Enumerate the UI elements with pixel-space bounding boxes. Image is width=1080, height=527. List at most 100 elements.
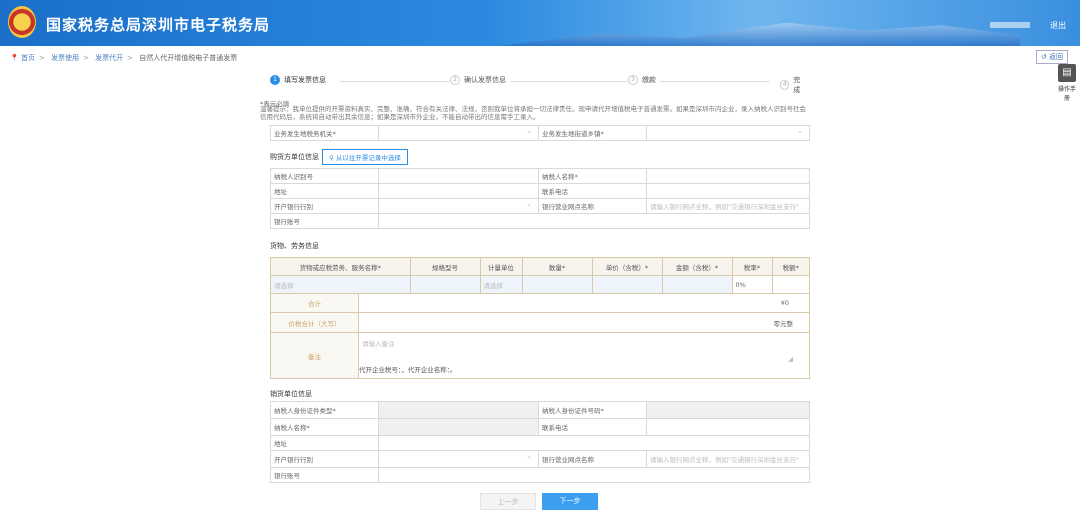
resize-handle-icon[interactable]: ◢ <box>788 355 793 363</box>
seller-account-input[interactable] <box>378 467 810 483</box>
seller-id-type-label: 纳税人身份证件类型* <box>270 401 379 419</box>
authority-select[interactable] <box>378 125 539 141</box>
return-icon: ↺ <box>1040 53 1049 61</box>
col-header: 规格型号 <box>409 257 481 276</box>
col-header: 计量单位 <box>479 257 523 276</box>
col-header: 数量* <box>521 257 593 276</box>
prev-step-button[interactable]: 上一步 <box>480 493 536 510</box>
step-label: 确认发票信息 <box>464 76 506 84</box>
col-header: 单价（含税）* <box>591 257 663 276</box>
step-label: 完成 <box>793 76 801 94</box>
seller-account-label: 银行账号 <box>270 467 379 483</box>
col-header: 金额（含税）* <box>661 257 733 276</box>
col-header: 税额* <box>771 257 811 276</box>
seller-name-label: 纳税人名称* <box>270 418 379 436</box>
seller-id-type-input[interactable] <box>378 401 539 419</box>
user-name[interactable] <box>990 22 1030 28</box>
buyer-address-label: 地址 <box>270 183 379 199</box>
unit-price-input[interactable] <box>591 275 663 294</box>
location-table: 业务发生地税务机关* 业务发生地街道乡镇* <box>270 125 810 141</box>
seller-section-title: 销货单位信息 <box>270 390 312 398</box>
buyer-name-input[interactable] <box>646 168 810 184</box>
buyer-address-input[interactable] <box>378 183 539 199</box>
tax-emblem-logo <box>8 6 36 38</box>
seller-id-no-input[interactable] <box>646 401 810 419</box>
step-3: 3 缴款 <box>628 75 660 85</box>
buyer-id-label: 纳税人识别号 <box>270 168 379 184</box>
breadcrumb-home[interactable]: 首页 <box>21 54 35 62</box>
remark-text: 代开企业税号：，代开企业名称：。 <box>359 366 457 374</box>
unit-select[interactable]: 请选择 <box>479 275 523 294</box>
step-line <box>340 81 770 82</box>
pick-from-history-button[interactable]: ⚲ 从以往开票记录中选择 <box>322 149 408 165</box>
total-label: 合计 <box>270 293 359 313</box>
seller-bank-select[interactable] <box>378 450 539 468</box>
header: 国家税务总局深圳市电子税务局 退出 <box>0 0 1080 46</box>
buyer-branch-input[interactable]: 请输入银行网点全称，例如"交通银行深圳金丝支行" <box>646 198 810 214</box>
buyer-account-label: 银行账号 <box>270 213 379 229</box>
pick-label: 从以往开票记录中选择 <box>335 154 401 162</box>
step-2: 2 确认发票信息 <box>450 75 510 85</box>
back-label: 返回 <box>1049 53 1063 61</box>
quantity-input[interactable] <box>521 275 593 294</box>
back-button[interactable]: ↺ 返回 <box>1035 50 1068 64</box>
authority-label: 业务发生地税务机关* <box>270 125 379 141</box>
book-icon: ▤ <box>1058 64 1076 82</box>
manual-label: 操作手册 <box>1057 86 1076 102</box>
seller-address-label: 地址 <box>270 435 379 451</box>
tax-rate-select[interactable]: 0% <box>731 275 773 294</box>
seller-branch-input[interactable]: 请输入银行网点全称，例如"交通银行深圳金丝支行" <box>646 450 810 468</box>
spec-input[interactable] <box>409 275 481 294</box>
user-icon: ⚲ <box>329 154 336 162</box>
step-1: 1 填写发票信息 <box>270 75 330 85</box>
seller-bank-label: 开户银行行别 <box>270 450 379 468</box>
buyer-table: 纳税人识别号 纳税人名称* 地址 联系电话 开户银行行别 银行营业网点名称请输入银行网… <box>270 168 810 229</box>
next-step-button[interactable]: 下一步 <box>542 493 598 510</box>
seller-branch-label: 银行营业网点名称 <box>538 450 647 468</box>
goods-table: 货物或应税劳务、服务名称* 规格型号 计量单位 数量* 单价（含税）* 金额（含… <box>270 257 811 379</box>
buyer-account-input[interactable] <box>378 213 810 229</box>
buyer-phone-label: 联系电话 <box>538 183 647 199</box>
header-banner-image <box>500 22 1020 46</box>
buyer-phone-input[interactable] <box>646 183 810 199</box>
breadcrumb-invoice-issue[interactable]: 发票代开 <box>95 54 123 62</box>
goods-section-title: 货物、劳务信息 <box>270 242 319 250</box>
col-header: 税率* <box>731 257 773 276</box>
breadcrumb: 📍 首页 > 发票使用 > 发票代开 > 自然人代开增值税电子普通发票 <box>10 54 238 62</box>
total-value: ¥0 <box>358 293 810 313</box>
amount-input[interactable] <box>661 275 733 294</box>
seller-name-input[interactable] <box>378 418 539 436</box>
seller-table: 纳税人身份证件类型* 纳税人身份证件号码* 纳税人名称* 联系电话 地址 开户银行行… <box>270 401 810 483</box>
seller-phone-label: 联系电话 <box>538 418 647 436</box>
seller-id-no-label: 纳税人身份证件号码* <box>538 401 647 419</box>
seller-address-input[interactable] <box>378 435 810 451</box>
form-buttons: 上一步 下一步 <box>480 493 598 510</box>
sum-uppercase-value: 零元整 <box>358 312 810 333</box>
buyer-bank-label: 开户银行行别 <box>270 198 379 214</box>
col-header: 货物或应税劳务、服务名称* <box>270 257 411 276</box>
remark-placeholder: 请输入备注 <box>362 340 395 348</box>
buyer-id-input[interactable] <box>378 168 539 184</box>
buyer-section-title: 购货方单位信息 <box>270 153 319 161</box>
sum-uppercase-label: 价税合计（大写） <box>270 312 359 333</box>
logout-link[interactable]: 退出 <box>1050 20 1066 31</box>
breadcrumb-invoice-use[interactable]: 发票使用 <box>51 54 79 62</box>
buyer-name-label: 纳税人名称* <box>538 168 647 184</box>
buyer-bank-select[interactable] <box>378 198 539 214</box>
street-label: 业务发生地街道乡镇* <box>538 125 647 141</box>
tax-amount <box>771 275 811 294</box>
step-4: 4 完成 <box>780 75 810 95</box>
seller-phone-input[interactable] <box>646 418 810 436</box>
step-label: 缴款 <box>642 76 656 84</box>
notice-text: 温馨提示：我单位提供的开票资料真实、完整、准确，符合有关法律、法规，否则我单位将… <box>260 105 806 121</box>
remark-textarea[interactable]: 请输入备注 ◢ 代开企业税号：，代开企业名称：。 <box>358 332 810 379</box>
breadcrumb-current: 自然人代开增值税电子普通发票 <box>139 54 238 62</box>
goods-name-select[interactable]: 请选择 <box>270 275 411 294</box>
step-label: 填写发票信息 <box>284 76 326 84</box>
site-title: 国家税务总局深圳市电子税务局 <box>46 16 271 34</box>
remark-label: 备注 <box>270 332 359 379</box>
step-indicator: 1 填写发票信息 2 确认发票信息 3 缴款 4 完成 <box>270 75 810 95</box>
buyer-branch-label: 银行营业网点名称 <box>538 198 647 214</box>
street-select[interactable] <box>646 125 810 141</box>
manual-button[interactable]: ▤ 操作手册 <box>1056 64 1078 102</box>
